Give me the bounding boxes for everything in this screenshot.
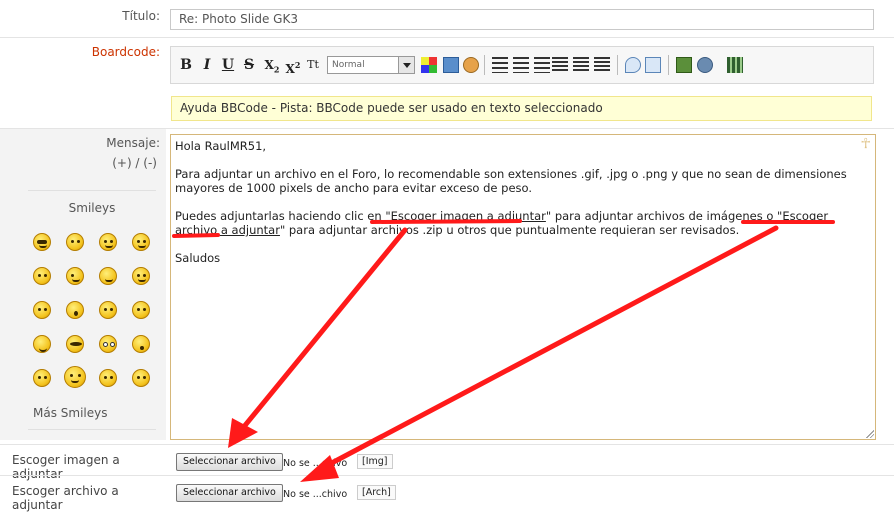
smileys-label: Smileys: [68, 201, 116, 215]
smiley-confused-icon[interactable]: [33, 301, 51, 319]
smiley-big-eyes-icon[interactable]: [99, 335, 117, 353]
attach-image-label: Escoger imagen a adjuntar: [12, 453, 120, 481]
smiley-surprised-icon[interactable]: [66, 301, 84, 319]
divider: [28, 429, 156, 430]
message-label: Mensaje:: [106, 136, 160, 150]
video-icon[interactable]: [727, 57, 743, 73]
toolbar-separator: [668, 55, 669, 75]
attach-file-label: Escoger archivo a adjuntar: [12, 484, 119, 512]
strike-button[interactable]: S: [242, 55, 256, 75]
smiley-mad-icon[interactable]: [64, 366, 86, 388]
smiley-kiss-icon[interactable]: [33, 369, 51, 387]
bbcode-toolbar: B I U S X2 X2 Tt Normal: [170, 46, 874, 84]
list-icon[interactable]: [534, 57, 550, 73]
smiley-annoyed-icon[interactable]: [132, 369, 150, 387]
align-left-icon[interactable]: [552, 57, 568, 73]
align-center-icon[interactable]: [573, 57, 589, 73]
bold-button[interactable]: B: [179, 55, 193, 75]
smiley-shades-icon[interactable]: [66, 335, 84, 353]
smiley-sad-icon[interactable]: [66, 233, 84, 251]
title-input[interactable]: Re: Photo Slide GK3: [170, 9, 874, 30]
bbcode-hint: Ayuda BBCode - Pista: BBCode puede ser u…: [171, 96, 872, 121]
more-smileys-link[interactable]: Más Smileys: [33, 406, 153, 420]
message-textarea[interactable]: Hola RaulMR51, Para adjuntar un archivo …: [170, 134, 876, 440]
bullet-list-icon[interactable]: [492, 57, 508, 73]
smiley-happy-icon[interactable]: [99, 233, 117, 251]
smiley-grin-icon[interactable]: [132, 233, 150, 251]
quote-icon[interactable]: [625, 57, 641, 73]
insert-window-icon[interactable]: [443, 57, 459, 73]
smiley-question-icon[interactable]: [99, 301, 117, 319]
message-link-image: Escoger imagen a adjuntar: [390, 209, 546, 223]
select-file-button[interactable]: Seleccionar archivo: [176, 484, 283, 502]
divider: [0, 37, 894, 38]
boardcode-label: Boardcode:: [91, 45, 160, 59]
users-icon[interactable]: [463, 57, 479, 73]
divider: [0, 475, 894, 476]
subscript-button[interactable]: X2: [263, 55, 281, 75]
globe-link-icon[interactable]: [697, 57, 713, 73]
smiley-laugh-icon[interactable]: [99, 267, 117, 285]
message-greeting: Hola RaulMR51,: [175, 139, 267, 153]
title-label: Título:: [122, 9, 160, 23]
numbered-list-icon[interactable]: [513, 57, 529, 73]
anchor-icon: ☥: [860, 136, 871, 152]
smiley-big-grin-icon[interactable]: [33, 335, 51, 353]
toolbar-separator: [617, 55, 618, 75]
arch-tag: [Arch]: [357, 485, 396, 500]
superscript-button[interactable]: X2: [284, 55, 302, 76]
smiley-roll-eyes-icon[interactable]: [132, 301, 150, 319]
font-size-select[interactable]: Normal: [327, 56, 415, 74]
select-image-button[interactable]: Seleccionar archivo: [176, 453, 283, 471]
smiley-tongue-icon[interactable]: [132, 267, 150, 285]
font-size-value: Normal: [332, 60, 365, 70]
italic-button[interactable]: I: [200, 55, 214, 75]
underline-button[interactable]: U: [221, 55, 235, 75]
divider: [0, 444, 894, 445]
no-file-archive: No se ...chivo: [283, 489, 348, 500]
smiley-shock-icon[interactable]: [132, 335, 150, 353]
color-grid-icon[interactable]: [421, 57, 437, 73]
smiley-cool-icon[interactable]: [33, 233, 51, 251]
divider: [28, 190, 156, 191]
teletype-button[interactable]: Tt: [305, 55, 321, 75]
align-right-icon[interactable]: [594, 57, 610, 73]
resize-controls[interactable]: (+) / (-): [60, 156, 157, 170]
img-tag: [Img]: [357, 454, 393, 469]
code-icon[interactable]: [645, 57, 661, 73]
image-icon[interactable]: [676, 57, 692, 73]
smiley-neutral-icon[interactable]: [33, 267, 51, 285]
toolbar-separator: [484, 55, 485, 75]
smiley-wink-icon[interactable]: [66, 267, 84, 285]
resize-grip-icon[interactable]: [865, 429, 874, 438]
message-text: " para adjuntar archivos .zip u otros qu…: [279, 223, 740, 237]
smiley-smug-icon[interactable]: [99, 369, 117, 387]
message-paragraph: Para adjuntar un archivo en el Foro, lo …: [175, 167, 847, 195]
no-file-image: No se ...chivo: [283, 458, 348, 469]
chevron-down-icon: [398, 57, 414, 73]
message-signoff: Saludos: [175, 251, 221, 265]
message-text: " para adjuntar archivos de imágenes o ": [545, 209, 783, 223]
message-text: Puedes adjuntarlas haciendo clic en ": [175, 209, 391, 223]
message-paragraph: Puedes adjuntarlas haciendo clic en "Esc…: [175, 209, 871, 237]
